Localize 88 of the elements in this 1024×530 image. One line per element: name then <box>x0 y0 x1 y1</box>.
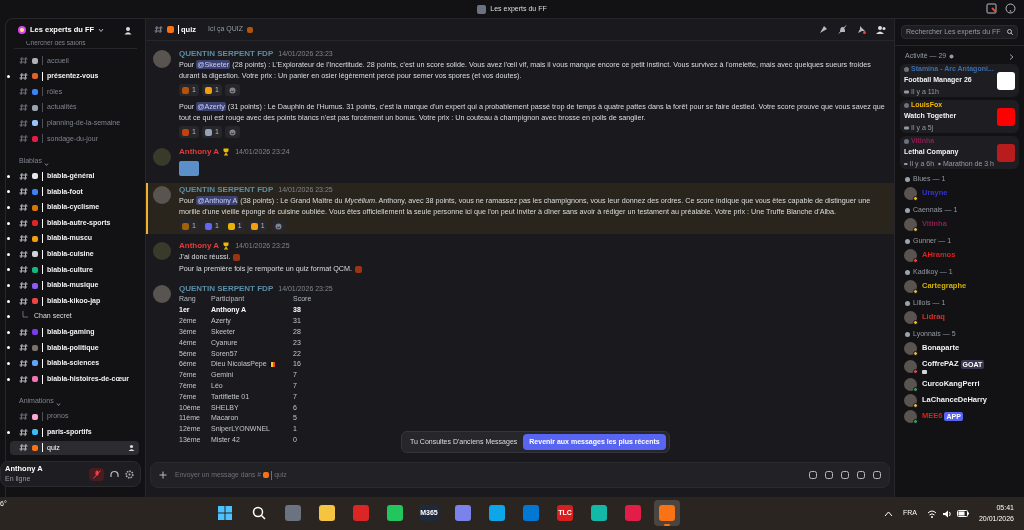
microphone-icon <box>92 469 101 479</box>
hash-icon <box>19 87 28 97</box>
plus-icon <box>159 471 167 479</box>
sticker-image <box>179 161 199 176</box>
chevron-right-icon[interactable] <box>1009 53 1014 60</box>
user-avatar <box>904 138 909 144</box>
hash-icon <box>19 218 28 228</box>
gamepad-icon <box>904 126 909 130</box>
hash-icon <box>19 187 28 197</box>
hash-icon <box>19 443 28 453</box>
author-name[interactable]: Anthony A <box>179 146 220 158</box>
role-icon <box>905 332 910 337</box>
hash-icon <box>19 234 28 244</box>
author-name[interactable]: QUENTIN SERPENT FDP <box>179 184 274 196</box>
role-icon <box>905 301 910 306</box>
clock-icon <box>938 162 941 166</box>
speaker-icon[interactable] <box>941 509 952 518</box>
hash-icon <box>19 265 28 275</box>
channel-emoji-icon <box>167 26 174 33</box>
add-reaction-button[interactable] <box>224 126 240 138</box>
hash-icon <box>19 327 28 337</box>
member-avatar <box>904 377 917 391</box>
hash-icon <box>19 134 28 144</box>
members-icon[interactable] <box>876 25 886 34</box>
search-icon <box>252 506 266 520</box>
author-name[interactable]: Anthony A <box>179 240 220 252</box>
hash-icon <box>19 296 28 306</box>
emoji-face-icon <box>274 222 282 230</box>
role-icon <box>905 270 910 275</box>
gamepad-icon <box>904 162 908 166</box>
hash-icon <box>19 249 28 259</box>
member-avatar <box>904 341 917 355</box>
hash-icon <box>19 374 28 384</box>
chevron-down-icon <box>43 161 49 167</box>
member-avatar <box>904 359 917 373</box>
help-icon[interactable] <box>1005 3 1016 14</box>
hash-icon <box>19 118 28 128</box>
active-indicator <box>664 524 670 526</box>
hash-icon <box>19 71 28 81</box>
channel-emoji-icon <box>263 472 270 478</box>
emoji-face-icon <box>228 128 236 136</box>
settings-icon <box>949 54 955 59</box>
chevron-down-icon <box>98 27 105 33</box>
microphone-button[interactable] <box>89 467 104 481</box>
battery-icon[interactable] <box>956 510 969 517</box>
mute-icon[interactable] <box>838 25 847 34</box>
add-member-icon[interactable] <box>124 25 133 35</box>
member-avatar <box>904 217 917 231</box>
author-name[interactable]: QUENTIN SERPENT FDP <box>179 48 274 60</box>
search-icon <box>1007 29 1013 35</box>
role-icon <box>905 239 910 244</box>
inbox-icon[interactable] <box>986 3 997 14</box>
hash-icon <box>19 103 28 113</box>
hash-icon <box>19 343 28 353</box>
thread-branch-icon <box>22 310 28 319</box>
member-avatar <box>904 409 917 423</box>
hash-icon <box>19 281 28 290</box>
server-icon <box>477 4 487 14</box>
hash-icon <box>154 25 163 34</box>
user-avatar <box>904 66 909 72</box>
add-reaction-button[interactable] <box>224 84 240 96</box>
hash-icon <box>19 412 28 422</box>
hash-icon <box>19 427 28 437</box>
member-avatar <box>904 279 917 293</box>
headphones-icon[interactable] <box>110 469 119 479</box>
gamepad-icon <box>904 90 909 94</box>
role-icon <box>905 177 910 182</box>
chevron-up-icon[interactable] <box>883 510 893 517</box>
member-avatar <box>904 310 917 324</box>
member-avatar <box>904 393 917 407</box>
role-icon <box>905 208 910 213</box>
settings-icon[interactable] <box>125 469 134 479</box>
hash-icon <box>19 56 28 66</box>
pin-icon[interactable] <box>857 25 866 34</box>
hash-icon <box>19 171 28 181</box>
member-avatar <box>904 248 917 262</box>
hash-icon <box>19 203 28 213</box>
member-avatar <box>904 186 917 200</box>
emoji-face-icon <box>228 86 236 94</box>
server-icon <box>18 26 26 34</box>
add-reaction-button[interactable] <box>270 220 286 232</box>
user-avatar <box>904 102 909 108</box>
chevron-down-icon <box>55 401 61 407</box>
hash-icon <box>19 359 28 368</box>
add-member-icon <box>128 444 135 452</box>
author-name[interactable]: QUENTIN SERPENT FDP <box>179 283 274 295</box>
wifi-icon[interactable] <box>926 509 937 518</box>
windows-icon <box>218 506 232 520</box>
